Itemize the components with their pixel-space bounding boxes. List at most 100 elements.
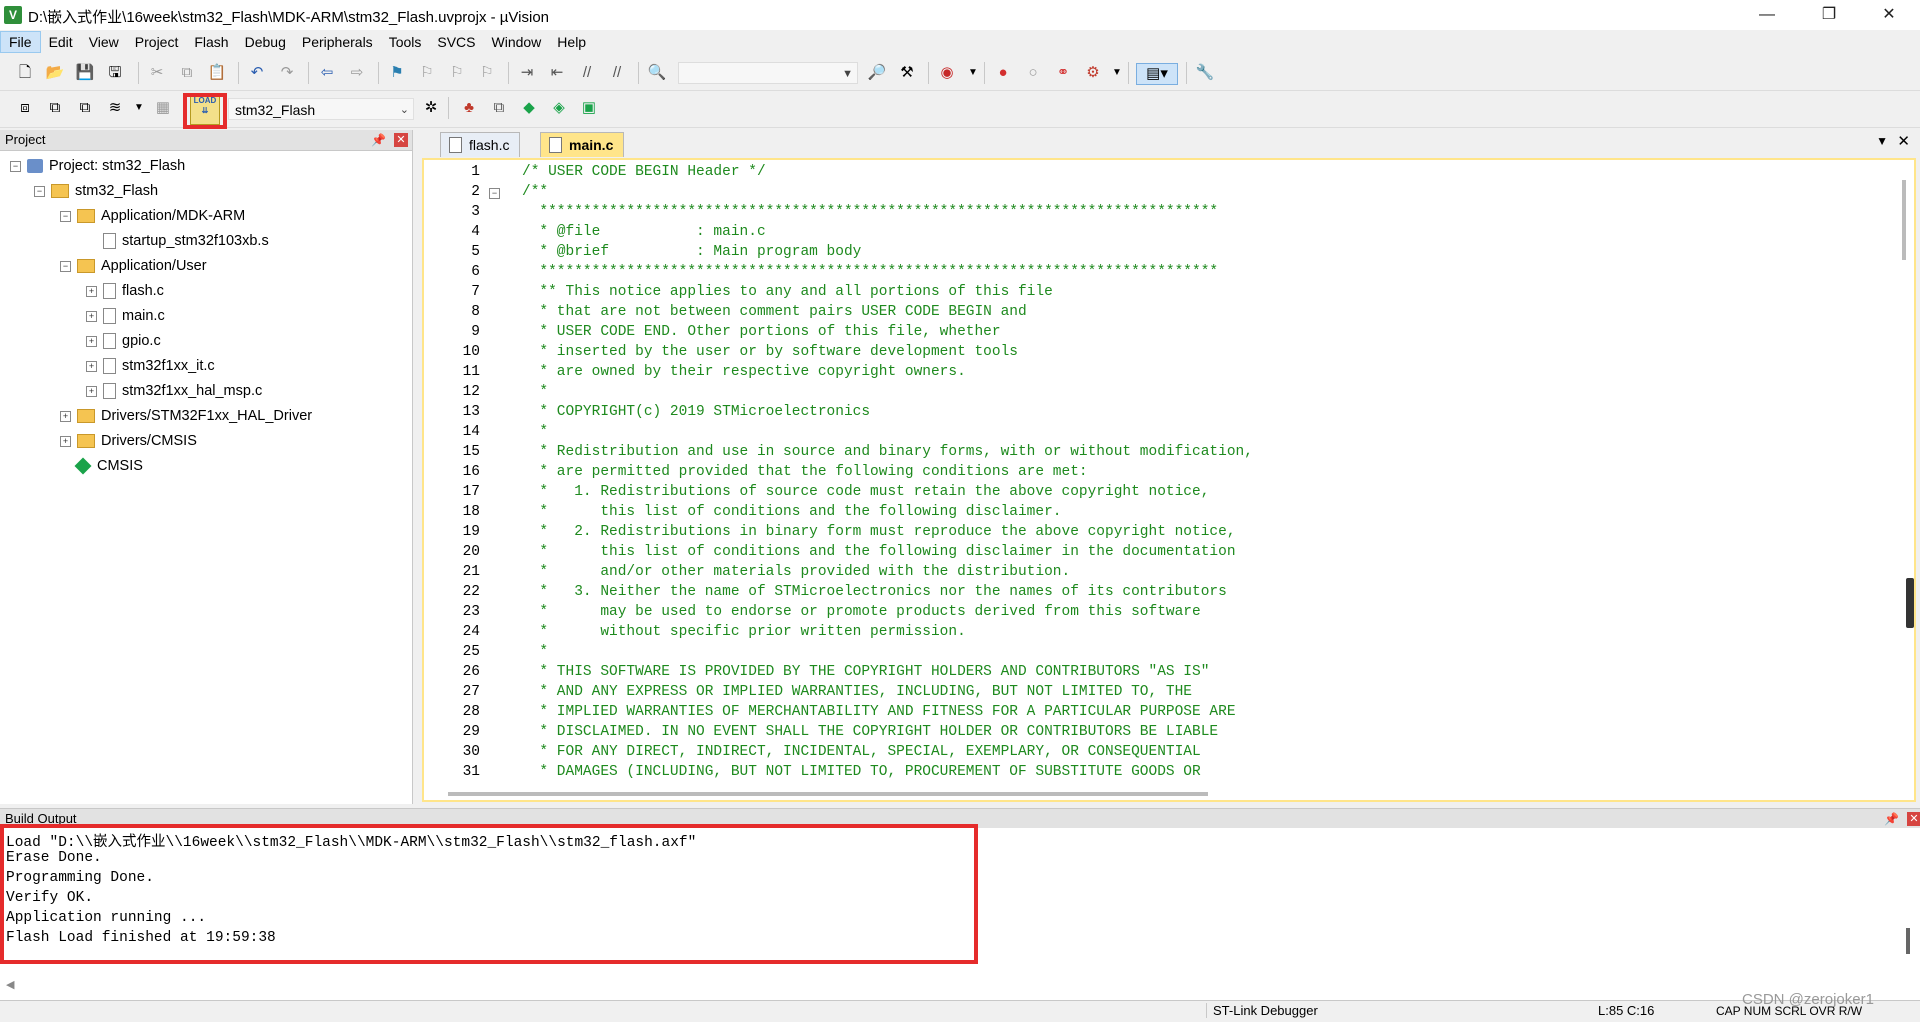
paste-icon[interactable]: 📋	[206, 63, 228, 83]
redo-icon[interactable]: ↷	[276, 63, 298, 83]
collapse-icon[interactable]: −	[60, 210, 71, 222]
build-pin-icon[interactable]: 📌	[1884, 809, 1899, 829]
menu-view[interactable]: View	[81, 31, 127, 53]
target-select[interactable]: stm32_Flash ⌄	[228, 98, 414, 120]
tree-item[interactable]: − Project: stm32_Flash	[10, 154, 185, 178]
new-file-icon[interactable]: 🗋	[14, 63, 36, 83]
debug-session-icon[interactable]: ◉	[936, 63, 958, 83]
next-bookmark-icon[interactable]: ⚐	[446, 63, 468, 83]
code-editor[interactable]: 1/* USER CODE BEGIN Header */2/** 3 *****…	[422, 158, 1916, 802]
tab-main-c[interactable]: main.c	[540, 132, 625, 157]
menu-svcs[interactable]: SVCS	[429, 31, 483, 53]
menu-file[interactable]: File	[0, 31, 41, 53]
collapse-icon[interactable]: −	[10, 160, 21, 172]
expand-icon[interactable]: +	[60, 410, 71, 422]
menu-edit[interactable]: Edit	[41, 31, 81, 53]
clear-bookmarks-icon[interactable]: ⚐	[476, 63, 498, 83]
minimize-button[interactable]: —	[1738, 0, 1796, 30]
tree-item[interactable]: − Application/MDK-ARM	[60, 204, 245, 228]
pin-icon[interactable]: 📌	[371, 130, 386, 150]
prev-bookmark-icon[interactable]: ⚐	[416, 63, 438, 83]
select-packs-icon[interactable]: ◈	[548, 98, 570, 118]
save-icon[interactable]: 💾	[74, 63, 96, 83]
menu-help[interactable]: Help	[549, 31, 594, 53]
find-combo[interactable]: ▼	[678, 62, 858, 84]
scroll-left-icon[interactable]: ◀	[6, 978, 14, 991]
build-scrollbar[interactable]	[1906, 928, 1910, 954]
nav-back-icon[interactable]: ⇦	[316, 63, 338, 83]
translate-icon[interactable]: ⧈	[14, 98, 36, 118]
menu-peripherals[interactable]: Peripherals	[294, 31, 381, 53]
tree-item[interactable]: + flash.c	[86, 279, 164, 303]
manage-project-items-icon[interactable]: ♣	[458, 98, 480, 118]
expand-icon[interactable]: +	[86, 285, 97, 297]
tab-list-dropdown-icon[interactable]: ▼	[1876, 134, 1888, 148]
copy-icon[interactable]: ⧉	[176, 63, 198, 83]
tree-item[interactable]: CMSIS	[60, 454, 143, 478]
expand-icon[interactable]: +	[86, 335, 97, 347]
find-icon[interactable]: 🔎	[866, 63, 888, 83]
menu-flash[interactable]: Flash	[186, 31, 236, 53]
menu-tools[interactable]: Tools	[381, 31, 430, 53]
build-close-icon[interactable]: ✕	[1907, 812, 1920, 826]
tree-item[interactable]: − stm32_Flash	[34, 179, 158, 203]
close-tab-icon[interactable]: ✕	[1897, 132, 1910, 150]
open-file-icon[interactable]: 📂	[44, 63, 66, 83]
build-output-panel[interactable]: Load "D:\\嵌入式作业\\16week\\stm32_Flash\\MD…	[0, 824, 1920, 1000]
breakpoint-icon[interactable]: ●	[992, 63, 1014, 83]
tree-item[interactable]: startup_stm32f103xb.s	[86, 229, 269, 253]
expand-icon[interactable]: +	[86, 310, 97, 322]
tab-flash-c[interactable]: flash.c	[440, 132, 521, 157]
batch-build-icon[interactable]: ≋	[104, 98, 126, 118]
multi-project-icon[interactable]: ⧉	[488, 98, 510, 118]
find-in-files-icon[interactable]: 🔍	[646, 63, 668, 83]
undo-icon[interactable]: ↶	[246, 63, 268, 83]
batch-dropdown-icon[interactable]: ▼	[128, 98, 150, 118]
stop-build-icon[interactable]: ▦	[152, 98, 174, 118]
expand-icon[interactable]: +	[60, 435, 71, 447]
code-line: /* USER CODE BEGIN Header */	[522, 164, 766, 180]
configure-icon[interactable]: 🔧	[1194, 63, 1216, 83]
menu-window[interactable]: Window	[484, 31, 550, 53]
save-all-icon[interactable]: 🖫	[104, 63, 126, 83]
tree-item[interactable]: − Application/User	[60, 254, 207, 278]
unindent-icon[interactable]: ⇤	[546, 63, 568, 83]
expand-icon[interactable]: +	[86, 360, 97, 372]
menu-debug[interactable]: Debug	[237, 31, 294, 53]
maximize-button[interactable]: ❐	[1800, 0, 1858, 30]
manage-run-time-icon[interactable]: ▣	[578, 98, 600, 118]
kill-breakpoints-icon[interactable]: ⚭	[1052, 63, 1074, 83]
incremental-find-icon[interactable]: ⚒	[896, 63, 918, 83]
expand-icon[interactable]: +	[86, 385, 97, 397]
line-number: 29	[462, 724, 480, 740]
close-button[interactable]: ✕	[1860, 0, 1918, 30]
tree-item[interactable]: + Drivers/CMSIS	[60, 429, 197, 453]
build-icon[interactable]: ⧉	[44, 98, 66, 118]
disable-breakpoint-icon[interactable]: ○	[1022, 63, 1044, 83]
settings-dropdown-icon[interactable]: ▼	[1106, 63, 1128, 83]
fold-icon[interactable]: −	[489, 188, 500, 199]
tree-item[interactable]: + stm32f1xx_hal_msp.c	[86, 379, 262, 403]
collapse-icon[interactable]: −	[34, 185, 45, 197]
nav-forward-icon[interactable]: ⇨	[346, 63, 368, 83]
uncomment-icon[interactable]: //	[606, 63, 628, 83]
horizontal-scrollbar[interactable]	[448, 792, 1208, 796]
debug-dropdown-icon[interactable]: ▼	[962, 63, 984, 83]
cut-icon[interactable]: ✂	[146, 63, 168, 83]
bookmark-icon[interactable]: ⚑	[386, 63, 408, 83]
target-options-icon[interactable]: ✲	[420, 98, 442, 118]
tree-item[interactable]: + stm32f1xx_it.c	[86, 354, 215, 378]
rebuild-icon[interactable]: ⧉	[74, 98, 96, 118]
close-panel-icon[interactable]: ✕	[394, 133, 408, 147]
window-layout-icon[interactable]: ▤▾	[1136, 63, 1178, 85]
settings-toolbar-icon[interactable]: ⚙	[1082, 63, 1104, 83]
tree-item[interactable]: + main.c	[86, 304, 165, 328]
pack-installer-icon[interactable]: ◆	[518, 98, 540, 118]
tree-item[interactable]: + gpio.c	[86, 329, 161, 353]
vertical-scrollbar[interactable]	[1902, 180, 1906, 260]
comment-icon[interactable]: //	[576, 63, 598, 83]
indent-icon[interactable]: ⇥	[516, 63, 538, 83]
menu-project[interactable]: Project	[127, 31, 187, 53]
collapse-icon[interactable]: −	[60, 260, 71, 272]
tree-item[interactable]: + Drivers/STM32F1xx_HAL_Driver	[60, 404, 312, 428]
